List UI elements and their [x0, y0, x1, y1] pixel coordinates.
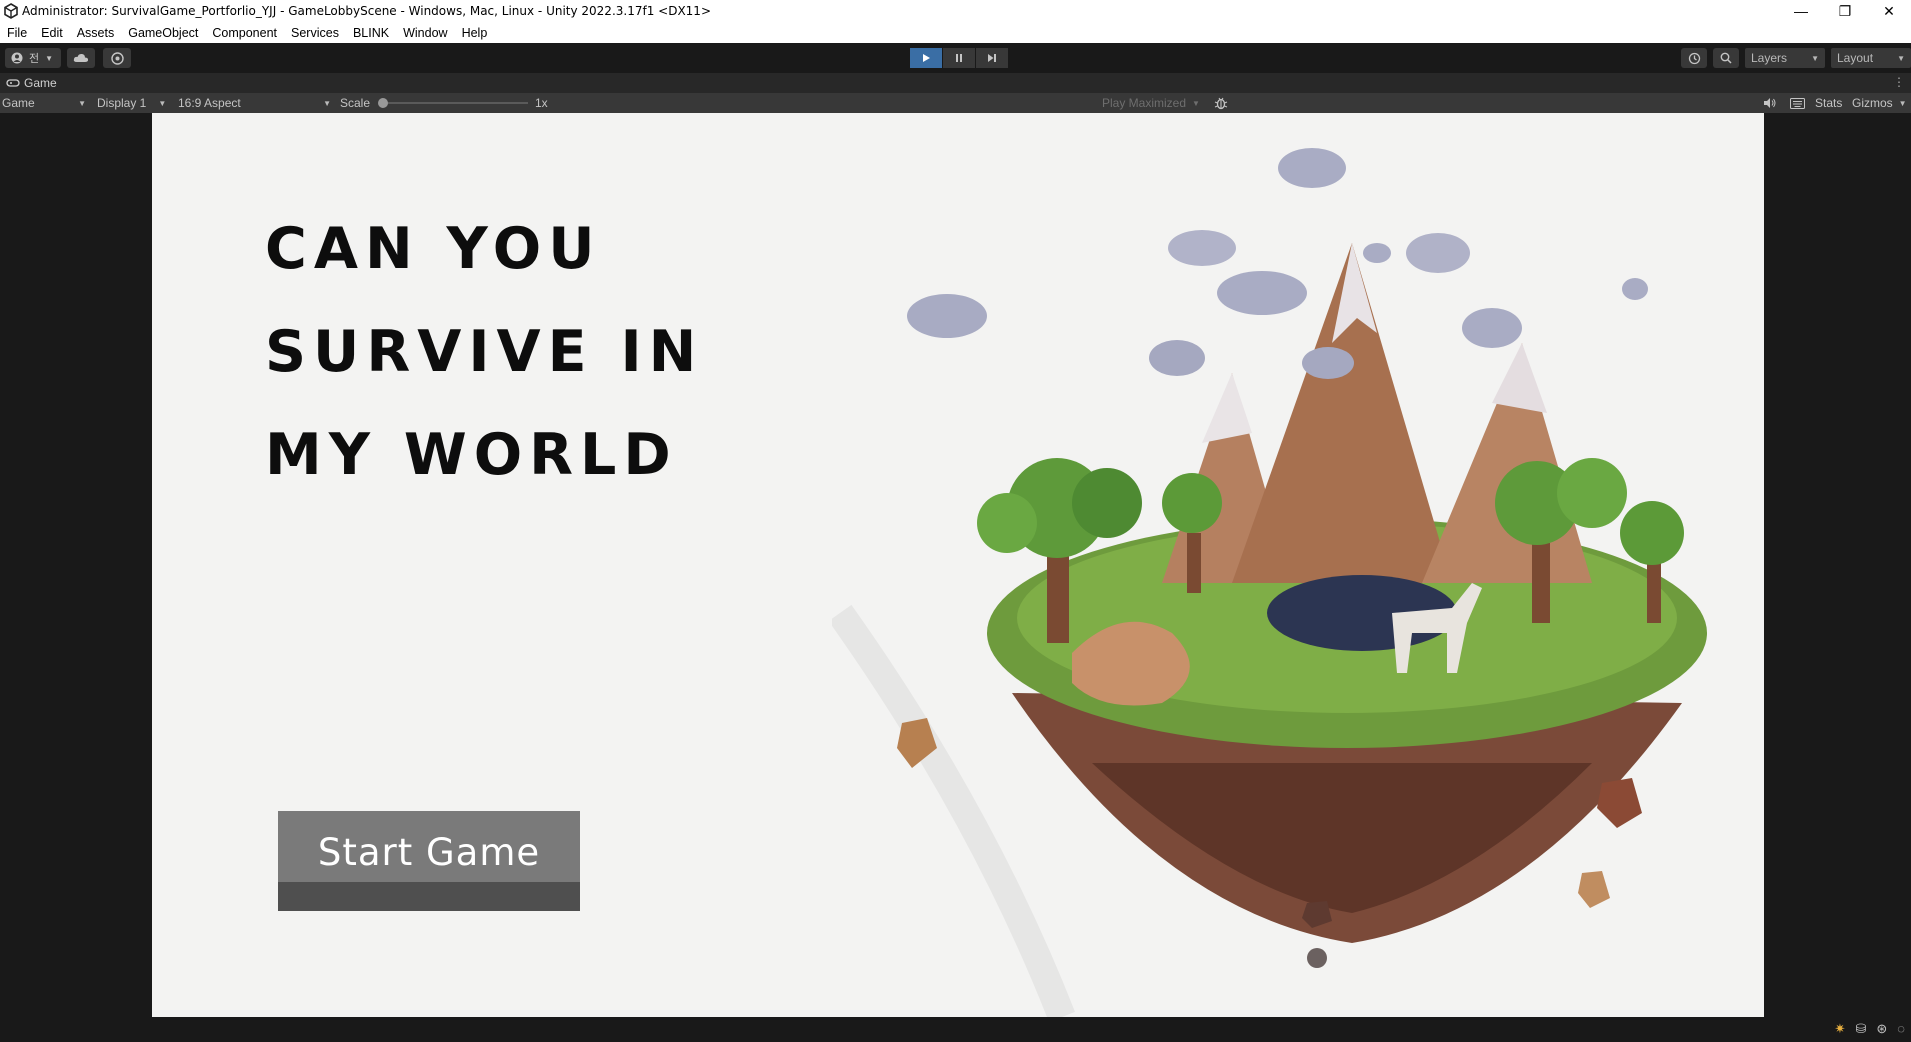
play-button[interactable]: [910, 48, 942, 68]
menu-services[interactable]: Services: [284, 26, 346, 40]
view-type-dropdown[interactable]: Game ▼: [2, 93, 86, 113]
step-button[interactable]: [976, 48, 1008, 68]
frame-debugger-button[interactable]: [1214, 93, 1228, 113]
game-view-toolbar: Game ▼ Display 1 ▼ 16:9 Aspect ▼ Scale 1…: [0, 93, 1911, 113]
menu-file[interactable]: File: [0, 26, 34, 40]
collab-icon: [110, 51, 124, 65]
cloud-button[interactable]: [67, 48, 95, 68]
toolbar-right: Layers ▼ Layout ▼: [1681, 48, 1911, 68]
display-label: Display 1: [97, 96, 147, 110]
game-tab-bar: Game ⋮: [0, 73, 1911, 93]
keyboard-icon: [1790, 97, 1805, 109]
notifications-icon[interactable]: ◌: [1897, 1021, 1905, 1037]
pause-icon: [956, 54, 962, 62]
gizmos-dropdown[interactable]: Gizmos ▼: [1852, 93, 1907, 113]
keyboard-shortcuts-button[interactable]: [1790, 93, 1805, 113]
step-icon: [988, 54, 996, 62]
menu-help[interactable]: Help: [455, 26, 495, 40]
menu-edit[interactable]: Edit: [34, 26, 70, 40]
tab-game-label: Game: [24, 76, 57, 90]
unity-logo-icon: [4, 3, 18, 19]
window-title: Administrator: SurvivalGame_Portforlio_Y…: [22, 4, 711, 18]
more-options-icon[interactable]: ⋮: [1893, 75, 1905, 89]
cloud-icon: [73, 53, 89, 62]
chevron-down-icon: ▼: [1192, 98, 1200, 108]
main-toolbar: 전 ▼ Layers ▼ Layout ▼: [0, 43, 1911, 73]
playmode-controls: [910, 48, 1008, 68]
start-button-label: Start Game: [317, 831, 541, 874]
scale-label: Scale: [340, 96, 371, 110]
layout-label: Layout: [1837, 51, 1874, 65]
chevron-down-icon: ▼: [45, 53, 54, 63]
menu-blink[interactable]: BLINK: [346, 26, 396, 40]
chevron-down-icon: ▼: [323, 98, 331, 108]
start-button-shadow: [278, 882, 580, 911]
display-dropdown[interactable]: Display 1 ▼: [97, 93, 166, 113]
undo-history-button[interactable]: [1681, 48, 1707, 68]
chevron-down-icon: ▼: [1897, 53, 1905, 63]
stats-button[interactable]: Stats: [1815, 93, 1842, 113]
play-mode-label: Play Maximized: [1102, 96, 1187, 110]
mute-audio-button[interactable]: [1763, 93, 1776, 113]
account-dropdown[interactable]: 전 ▼: [5, 48, 61, 68]
headline-line-1: CAN YOU: [265, 216, 602, 282]
account-initial: 전: [29, 53, 40, 65]
scale-slider-handle[interactable]: [378, 98, 388, 108]
history-icon: [1688, 52, 1700, 64]
scale-slider-track[interactable]: [380, 102, 528, 104]
search-button[interactable]: [1713, 48, 1739, 68]
cache-server-icon[interactable]: ⛁: [1855, 1021, 1866, 1037]
game-viewport: CAN YOU SURVIVE IN MY WORLD Start Game: [0, 113, 1911, 1017]
debug-mode-icon[interactable]: ⊛: [1876, 1021, 1887, 1037]
headline-line-3: MY WORLD: [265, 422, 678, 488]
close-button[interactable]: ✕: [1867, 0, 1911, 22]
layers-dropdown[interactable]: Layers ▼: [1745, 48, 1825, 68]
gamepad-icon: [6, 79, 20, 87]
window-controls: — ❐ ✕: [1779, 0, 1911, 22]
gizmos-label: Gizmos: [1852, 96, 1893, 110]
menu-gameobject[interactable]: GameObject: [121, 26, 205, 40]
pause-button[interactable]: [943, 48, 975, 68]
start-game-button[interactable]: Start Game: [278, 811, 580, 911]
scale-value: 1x: [535, 96, 548, 110]
play-icon: [923, 54, 930, 62]
title-bar: Administrator: SurvivalGame_Portforlio_Y…: [0, 0, 1911, 22]
status-icons: ✷ ⛁ ⊛ ◌: [1835, 1021, 1905, 1037]
chevron-down-icon: ▼: [1811, 53, 1819, 63]
layout-dropdown[interactable]: Layout ▼: [1831, 48, 1911, 68]
chevron-down-icon: ▼: [1898, 98, 1907, 108]
menu-bar: File Edit Assets GameObject Component Se…: [0, 22, 1911, 43]
chevron-down-icon: ▼: [158, 98, 167, 108]
restore-button[interactable]: ❐: [1823, 0, 1867, 22]
headline-line-2: SURVIVE IN: [265, 319, 704, 385]
unity-editor-window: Administrator: SurvivalGame_Portforlio_Y…: [0, 0, 1911, 1042]
minimize-button[interactable]: —: [1779, 0, 1823, 22]
bug-icon: [1214, 97, 1228, 110]
chevron-down-icon: ▼: [78, 98, 86, 108]
layers-label: Layers: [1751, 51, 1788, 65]
game-render-area[interactable]: CAN YOU SURVIVE IN MY WORLD Start Game: [152, 113, 1764, 1017]
progress-indicator-icon[interactable]: ✷: [1835, 1021, 1846, 1037]
lobby-headline: CAN YOU SURVIVE IN MY WORLD: [265, 198, 703, 507]
play-mode-dropdown[interactable]: Play Maximized ▼: [1102, 93, 1200, 113]
account-icon: [9, 52, 25, 64]
status-bar: ✷ ⛁ ⊛ ◌: [0, 1017, 1911, 1042]
view-type-label: Game: [2, 96, 35, 110]
speaker-icon: [1764, 98, 1776, 108]
search-icon: [1720, 52, 1732, 64]
collab-button[interactable]: [103, 48, 131, 68]
tab-game[interactable]: Game: [0, 76, 57, 90]
aspect-label: 16:9 Aspect: [178, 96, 241, 110]
aspect-dropdown[interactable]: 16:9 Aspect ▼: [178, 93, 331, 113]
menu-window[interactable]: Window: [396, 26, 454, 40]
menu-assets[interactable]: Assets: [70, 26, 122, 40]
floating-island-illustration: [832, 148, 1707, 1017]
menu-component[interactable]: Component: [205, 26, 284, 40]
